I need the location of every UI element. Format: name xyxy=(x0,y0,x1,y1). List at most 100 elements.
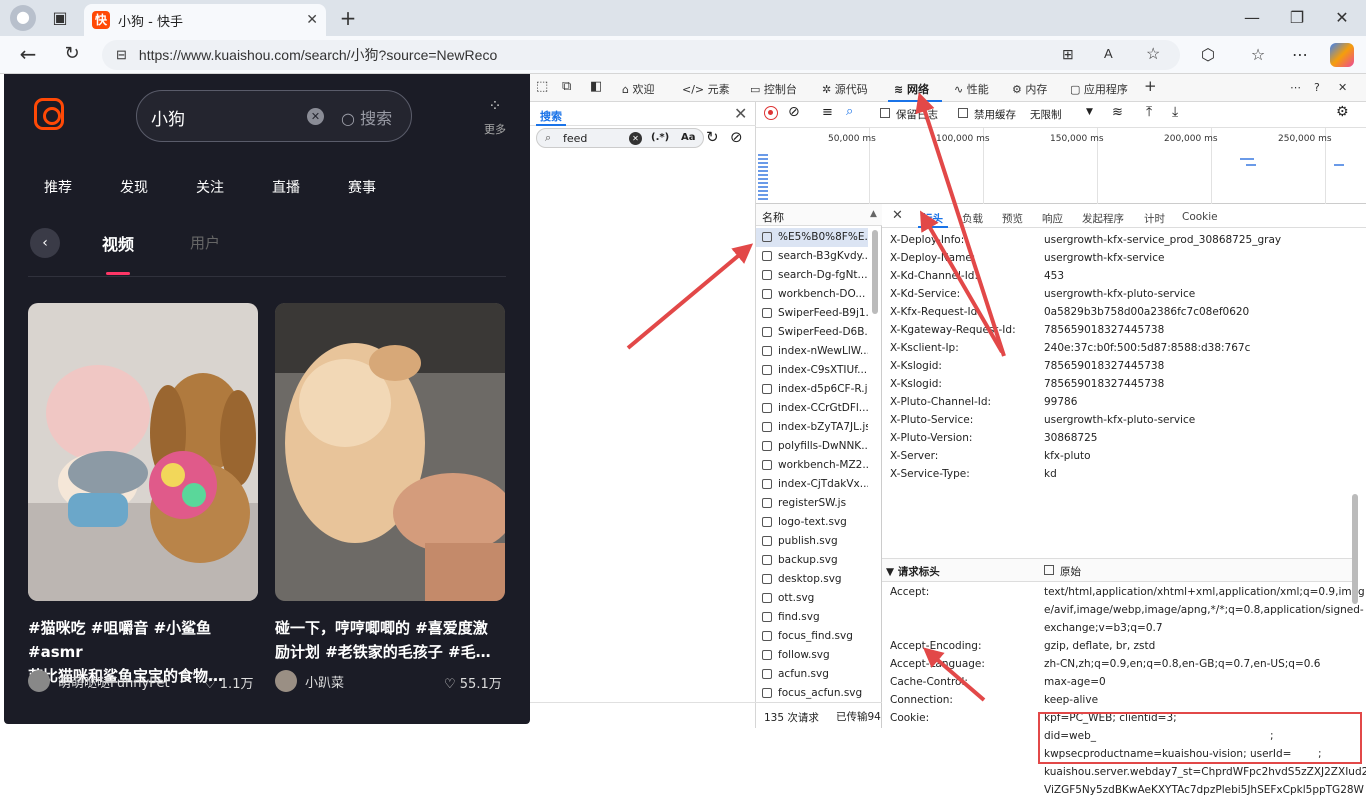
network-overview[interactable]: 50,000 ms 100,000 ms 150,000 ms 200,000 … xyxy=(756,128,1366,204)
request-row[interactable]: backup.svg xyxy=(756,551,868,570)
tab-welcome[interactable]: ⌂ 欢迎 xyxy=(622,81,654,97)
export-icon[interactable]: ⤓ xyxy=(1172,104,1178,120)
window-close-icon[interactable]: ✕ xyxy=(1330,6,1354,30)
clear-icon[interactable]: ✕ xyxy=(307,108,324,125)
request-row[interactable]: search-B3gKvdy... xyxy=(756,247,868,266)
nav-events[interactable]: 赛事 xyxy=(348,177,376,197)
tab-application[interactable]: ▢ 应用程序 xyxy=(1070,81,1128,97)
author-name[interactable]: 萌萌哒哒FunnyPet xyxy=(58,672,170,691)
request-headers-section[interactable]: ▼ 请求标头 原始 xyxy=(882,558,1352,582)
tab-preview[interactable]: 预览 xyxy=(1002,211,1023,226)
scrollbar[interactable] xyxy=(872,230,878,314)
site-info-icon[interactable]: ⊟ xyxy=(116,47,127,63)
import-icon[interactable]: ⤒ xyxy=(1146,104,1152,120)
request-row[interactable]: index-nWewLlW... xyxy=(756,342,868,361)
help-icon[interactable]: ? xyxy=(1314,81,1320,94)
tab-console[interactable]: ▭ 控制台 xyxy=(750,81,797,97)
clear-icon[interactable]: ✕ xyxy=(629,132,642,145)
video-card-thumbnail[interactable] xyxy=(28,303,258,601)
nav-live[interactable]: 直播 xyxy=(272,177,300,197)
filter-icon[interactable]: ≡ xyxy=(822,105,833,120)
record-icon[interactable] xyxy=(764,106,778,120)
restore-icon[interactable]: ❐ xyxy=(1285,6,1309,30)
case-toggle[interactable]: Aa xyxy=(681,132,696,143)
close-icon[interactable]: ✕ xyxy=(1338,81,1347,94)
more-icon[interactable]: ⋯ xyxy=(1288,43,1312,67)
tab-timing[interactable]: 计时 xyxy=(1144,211,1165,226)
scrollbar[interactable] xyxy=(1352,494,1358,604)
avatar[interactable] xyxy=(275,670,297,692)
inspect-icon[interactable]: ⬚ xyxy=(536,79,548,94)
tab-network[interactable]: ≋ 网络 xyxy=(894,81,929,97)
new-tab-icon[interactable]: + xyxy=(336,6,360,30)
request-row[interactable]: follow.svg xyxy=(756,646,868,665)
tab-elements[interactable]: </> 元素 xyxy=(682,81,730,97)
request-row[interactable]: workbench-MZ2... xyxy=(756,456,868,475)
request-row[interactable]: index-CCrGtDFl... xyxy=(756,399,868,418)
network-conditions-icon[interactable]: ≋ xyxy=(1112,105,1123,120)
request-row[interactable]: focus_find.svg xyxy=(756,627,868,646)
more-icon[interactable]: ⋯ xyxy=(1290,81,1301,94)
minimize-icon[interactable]: — xyxy=(1240,6,1264,30)
avatar[interactable] xyxy=(28,670,50,692)
tabs-icon[interactable]: ▣ xyxy=(48,6,72,30)
tab-response[interactable]: 响应 xyxy=(1042,211,1063,226)
regex-toggle[interactable]: (.*) xyxy=(651,132,669,143)
settings-icon[interactable]: ⚙ xyxy=(1336,104,1349,120)
tab-memory[interactable]: ⚙ 内存 xyxy=(1012,81,1047,97)
kuaishou-logo-icon[interactable] xyxy=(34,98,64,130)
nav-recommend[interactable]: 推荐 xyxy=(44,177,72,197)
close-icon[interactable]: ✕ xyxy=(892,208,903,223)
request-row[interactable]: publish.svg xyxy=(756,532,868,551)
close-icon[interactable]: ✕ xyxy=(306,12,318,28)
request-row[interactable]: polyfills-DwNNK... xyxy=(756,437,868,456)
back-icon[interactable]: ← xyxy=(16,42,40,66)
read-aloud-icon[interactable]: A xyxy=(1104,46,1113,61)
chevron-down-icon[interactable]: ▼ xyxy=(1086,107,1093,117)
disable-cache-checkbox[interactable] xyxy=(958,108,968,118)
tab-cookie[interactable]: Cookie xyxy=(1182,211,1218,223)
tab-payload[interactable]: 负载 xyxy=(962,211,983,226)
refresh-icon[interactable]: ↻ xyxy=(706,128,719,146)
throttle-select[interactable]: 无限制 xyxy=(1030,107,1062,122)
app-icon[interactable]: ⊞ xyxy=(1062,46,1074,63)
tab-headers[interactable]: 标头 xyxy=(922,211,943,226)
back-button[interactable]: ‹ xyxy=(30,228,60,258)
reload-icon[interactable]: ↻ xyxy=(60,42,84,66)
profile-icon[interactable]: ● xyxy=(10,5,36,31)
favorites-icon[interactable]: ☆ xyxy=(1246,43,1270,67)
request-row[interactable]: find.svg xyxy=(756,608,868,627)
favorite-star-icon[interactable]: ☆ xyxy=(1146,44,1160,64)
browser-tab[interactable]: 快 小狗 - 快手 ✕ xyxy=(84,4,326,36)
request-row[interactable]: focus_acfun.svg xyxy=(756,684,868,703)
dock-icon[interactable]: ◧ xyxy=(590,79,602,94)
section-title[interactable]: ▼ 请求标头 xyxy=(886,564,940,579)
address-bar[interactable]: ⊟ https://www.kuaishou.com/search/小狗?sou… xyxy=(102,40,1180,70)
column-name[interactable]: 名称 xyxy=(762,209,784,225)
device-icon[interactable]: ⧉ xyxy=(562,79,571,94)
video-card-thumbnail[interactable] xyxy=(275,303,505,601)
search-box[interactable]: 小狗 ✕ ○ 搜索 xyxy=(136,90,412,142)
extensions-icon[interactable]: ⬡ xyxy=(1196,43,1220,67)
request-row[interactable]: index-CjTdakVx... xyxy=(756,475,868,494)
request-row[interactable]: index-bZyTA7JL.js xyxy=(756,418,868,437)
author-name[interactable]: 小趴菜 xyxy=(305,672,344,691)
preserve-log-checkbox[interactable] xyxy=(880,108,890,118)
request-row[interactable]: ott.svg xyxy=(756,589,868,608)
tab-user[interactable]: 用户 xyxy=(190,232,220,253)
add-tab-icon[interactable]: + xyxy=(1144,77,1157,95)
search-input[interactable]: 小狗 xyxy=(151,105,185,130)
copilot-icon[interactable] xyxy=(1330,43,1354,67)
tab-video[interactable]: 视频 xyxy=(102,231,134,255)
request-row[interactable]: index-C9sXTIUf... xyxy=(756,361,868,380)
request-row[interactable]: workbench-DO... xyxy=(756,285,868,304)
tab-sources[interactable]: ✲ 源代码 xyxy=(822,81,868,97)
raw-checkbox[interactable] xyxy=(1044,565,1054,575)
tab-performance[interactable]: ∿ 性能 xyxy=(954,81,989,97)
nav-discover[interactable]: 发现 xyxy=(120,177,148,197)
tab-initiator[interactable]: 发起程序 xyxy=(1082,211,1124,226)
request-row[interactable]: SwiperFeed-B9j1... xyxy=(756,304,868,323)
request-row[interactable]: desktop.svg xyxy=(756,570,868,589)
clear-results-icon[interactable]: ⊘ xyxy=(730,128,743,146)
request-row[interactable]: registerSW.js xyxy=(756,494,868,513)
